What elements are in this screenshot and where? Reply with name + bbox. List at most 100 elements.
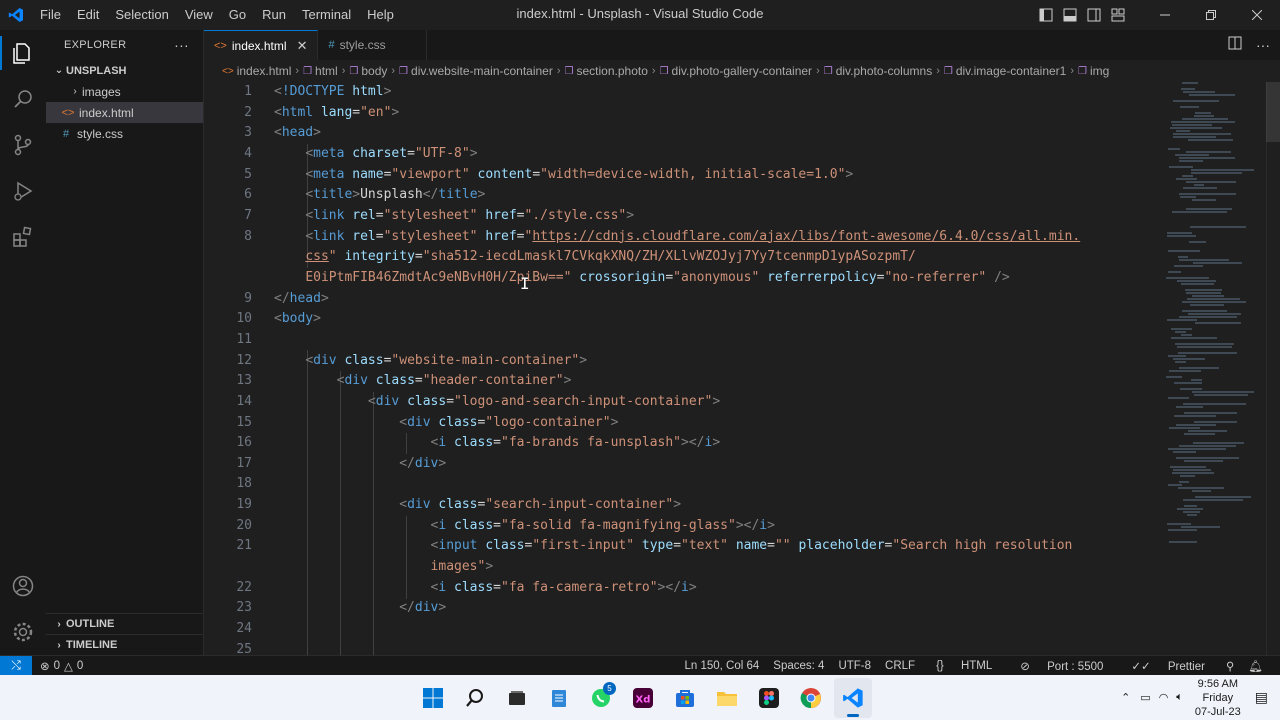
tab-style-css[interactable]: # style.css <box>318 30 427 60</box>
more-actions-icon[interactable]: ··· <box>174 37 189 53</box>
minimize-button[interactable] <box>1142 0 1188 30</box>
clock[interactable]: 9:56 AM Friday 07-Jul-23 <box>1187 677 1249 719</box>
chevron-right-icon: › <box>57 639 61 651</box>
volume-icon[interactable]: 🔈︎ <box>1172 691 1187 704</box>
split-editor-icon[interactable] <box>1228 36 1242 55</box>
menu-go[interactable]: Go <box>221 0 254 30</box>
whatsapp-icon[interactable]: 5 <box>582 678 620 718</box>
line-number: 3 <box>244 125 252 141</box>
live-server-port[interactable]: ⊘ Port : 5500 <box>1006 659 1117 673</box>
minimap[interactable] <box>1166 82 1266 552</box>
adobe-xd-icon[interactable]: Xd <box>624 678 662 718</box>
encoding[interactable]: UTF-8 <box>831 660 878 672</box>
accounts-icon[interactable] <box>0 563 46 609</box>
taskbar-search-icon[interactable] <box>456 678 494 718</box>
end-of-line[interactable]: CRLF <box>878 660 922 672</box>
timeline-section[interactable]: › TIMELINE <box>46 634 204 655</box>
close-icon[interactable]: ✕ <box>297 38 308 54</box>
minimap-line <box>1191 379 1202 381</box>
problems-indicator[interactable]: ⊗ 0 △ 0 <box>40 659 83 673</box>
minimap-line <box>1180 475 1195 477</box>
tree-item-images[interactable]: › images <box>46 81 203 102</box>
tree-item-label: index.html <box>79 105 134 120</box>
explorer-icon[interactable] <box>0 30 46 76</box>
menu-bar: File Edit Selection View Go Run Terminal… <box>32 0 402 30</box>
microsoft-store-icon[interactable] <box>666 678 704 718</box>
feedback-icon[interactable]: ⚲ <box>1219 659 1241 673</box>
tree-item-index-html[interactable]: <> index.html <box>46 102 203 123</box>
breadcrumb-item[interactable]: › ❒ body <box>338 64 388 78</box>
breadcrumb-item[interactable]: › ❒ div.image-container1 <box>932 64 1066 78</box>
outline-section[interactable]: › OUTLINE <box>46 613 204 634</box>
breadcrumb-item[interactable]: <> index.html <box>222 64 291 78</box>
minimap-line <box>1171 328 1192 330</box>
code-line: images"> <box>430 559 494 575</box>
text-cursor-icon: I <box>520 274 530 293</box>
restore-button[interactable] <box>1188 0 1234 30</box>
tab-index-html[interactable]: <> index.html ✕ <box>204 30 319 60</box>
cursor-position[interactable]: Ln 150, Col 64 <box>677 660 766 672</box>
extensions-icon[interactable] <box>0 214 46 260</box>
vertical-scrollbar[interactable] <box>1266 82 1280 655</box>
menu-help[interactable]: Help <box>359 0 402 30</box>
notifications-bell-icon[interactable]: 🔔︎ <box>1241 659 1270 673</box>
chevron-right-icon: › <box>341 65 346 77</box>
manage-gear-icon[interactable] <box>0 609 46 655</box>
minimap-line <box>1169 370 1201 372</box>
line-number: 23 <box>236 600 252 616</box>
toggle-primary-sidebar-icon[interactable] <box>1034 0 1058 30</box>
menu-terminal[interactable]: Terminal <box>294 0 359 30</box>
line-number: 1 <box>244 84 252 99</box>
breadcrumb-item[interactable]: › ❒ section.photo <box>553 64 648 78</box>
more-actions-icon[interactable]: ··· <box>1256 37 1270 53</box>
code-editor[interactable]: 1 2 3 4 5 6 7 8 9 10 11 12 13 14 15 16 17 18 19 20 21 22 23 24 2… <box>204 82 1280 655</box>
breadcrumb-item[interactable]: › ❒ img <box>1066 64 1109 78</box>
notification-center-icon[interactable]: ▤ <box>1249 689 1280 706</box>
code-line: <!DOCTYPE html> <box>274 84 392 99</box>
task-view-icon[interactable] <box>498 678 536 718</box>
tree-item-style-css[interactable]: # style.css <box>46 123 203 144</box>
search-icon[interactable] <box>0 76 46 122</box>
menu-view[interactable]: View <box>177 0 221 30</box>
vscode-taskbar-icon[interactable] <box>834 677 872 718</box>
source-control-icon[interactable] <box>0 122 46 168</box>
line-number: 12 <box>236 352 252 368</box>
scrollbar-thumb[interactable] <box>1266 82 1280 142</box>
css-file-icon: # <box>62 127 70 140</box>
code-content: <!DOCTYPE html> <html lang="en"> <head> … <box>274 82 1160 655</box>
remote-indicator-icon[interactable]: ⤭ <box>0 655 32 676</box>
notepad-icon[interactable] <box>540 678 578 718</box>
menu-selection[interactable]: Selection <box>107 0 176 30</box>
breadcrumb-item[interactable]: › ❒ div.photo-gallery-container <box>648 64 812 78</box>
editor-actions: ··· <box>1228 30 1270 60</box>
breadcrumb-item[interactable]: › ❒ html <box>291 64 337 78</box>
line-number: 6 <box>244 187 252 203</box>
battery-icon[interactable]: ▭ <box>1136 691 1154 704</box>
windows-start-icon[interactable] <box>414 678 452 718</box>
breadcrumb-label: div.photo-columns <box>835 64 933 78</box>
prettier-status[interactable]: ✓✓ Prettier <box>1117 659 1219 673</box>
wifi-icon[interactable]: ◠ <box>1155 691 1173 704</box>
minimap-line <box>1172 211 1227 213</box>
menu-run[interactable]: Run <box>254 0 294 30</box>
chrome-icon[interactable] <box>792 678 830 718</box>
breadcrumb-item[interactable]: › ❒ div.photo-columns <box>812 64 932 78</box>
figma-icon[interactable] <box>750 678 788 718</box>
close-window-button[interactable] <box>1234 0 1280 30</box>
show-hidden-icons-chevron-up-icon[interactable]: ⌃ <box>1115 691 1136 704</box>
breadcrumb-label: div.photo-gallery-container <box>671 64 813 78</box>
file-explorer-icon[interactable] <box>708 678 746 718</box>
customize-layout-icon[interactable] <box>1106 0 1130 30</box>
run-and-debug-icon[interactable] <box>0 168 46 214</box>
toggle-secondary-sidebar-icon[interactable] <box>1082 0 1106 30</box>
tab-label: index.html <box>231 38 287 53</box>
toggle-panel-icon[interactable] <box>1058 0 1082 30</box>
breadcrumb-item[interactable]: › ❒ div.website-main-container <box>387 64 552 78</box>
indentation[interactable]: Spaces: 4 <box>766 660 831 672</box>
menu-edit[interactable]: Edit <box>69 0 107 30</box>
code-line: </div> <box>399 455 447 471</box>
menu-file[interactable]: File <box>32 0 69 30</box>
workspace-root-folder[interactable]: ⌄ UNSPLASH <box>46 60 203 81</box>
language-mode[interactable]: {} HTML <box>922 660 1006 672</box>
